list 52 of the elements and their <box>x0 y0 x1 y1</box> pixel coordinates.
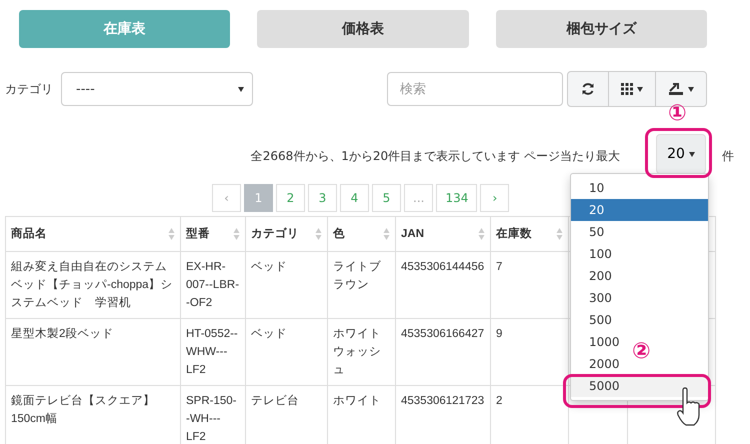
table-cell: ホワイト <box>333 395 381 407</box>
column-header: カテゴリ <box>251 226 299 242</box>
category-select[interactable]: ---- <box>61 72 253 106</box>
pagination-info: 全2668件から、1から20件目まで表示しています ページ当たり最大 <box>250 148 620 164</box>
tab[interactable]: 梱包サイズ <box>496 10 707 48</box>
table-cell: EX-HR-007--LBR--OF2 <box>186 261 240 309</box>
column-header: 商品名 <box>11 226 47 242</box>
table-cell: SPR-150--WH---LF2 <box>186 395 236 443</box>
menu-item[interactable]: 300 <box>571 287 708 309</box>
unit-label: 件 <box>722 148 734 164</box>
table-cell: 7 <box>496 261 502 273</box>
table-cell: 4535306166427 <box>401 328 484 340</box>
sort-icon[interactable] <box>383 227 390 241</box>
table-cell: HT-0552--WHW---LF2 <box>186 328 238 376</box>
sort-icon[interactable] <box>478 227 485 241</box>
sort-icon[interactable] <box>556 227 563 241</box>
table-cell: ベッド <box>251 261 287 273</box>
sort-icon[interactable] <box>233 227 240 241</box>
column-header: 色 <box>333 226 345 242</box>
refresh-button[interactable] <box>567 71 609 107</box>
sort-icon[interactable] <box>168 227 175 241</box>
refresh-icon <box>581 82 595 96</box>
table-cell: 鏡面テレビ台【スクエア】150cm幅 <box>11 395 155 425</box>
column-header: 在庫数 <box>496 226 532 242</box>
table-cell: 9 <box>496 328 502 340</box>
table-cell: 2 <box>496 395 502 407</box>
table-cell: ライトブラウン <box>333 261 381 291</box>
tab[interactable]: 価格表 <box>257 10 469 48</box>
page-size-button[interactable]: 20 <box>656 134 706 174</box>
export-icon <box>668 82 684 96</box>
highlight-frame <box>645 128 712 178</box>
menu-item[interactable]: 10 <box>571 177 708 199</box>
table-cell: テレビ台 <box>251 395 299 407</box>
menu-item[interactable]: 100 <box>571 243 708 265</box>
column-header: 型番 <box>186 226 210 242</box>
search-field[interactable]: 検索 <box>387 72 563 106</box>
table-cell: ベッド <box>251 328 287 340</box>
table-cell: 組み変え自由自在のシステムベッド【チョッパ-choppa】システムベッド 学習机 <box>11 261 173 309</box>
table-cell: 4535306121723 <box>401 395 484 407</box>
table-cell: 星型木製2段ベッド <box>11 328 114 340</box>
sort-icon[interactable] <box>315 227 322 241</box>
table-cell: 4535306144456 <box>401 261 484 273</box>
menu-item[interactable]: 500 <box>571 309 708 331</box>
menu-item[interactable]: 200 <box>571 265 708 287</box>
menu-item[interactable]: 50 <box>571 221 708 243</box>
step-number: ① <box>668 103 687 125</box>
table-cell: ホワイトウォッシュ <box>333 328 381 376</box>
columns-button[interactable] <box>608 71 656 107</box>
grid-icon <box>621 83 633 95</box>
category-label: カテゴリ <box>5 80 53 98</box>
menu-item[interactable]: 20 <box>571 199 708 221</box>
column-header: JAN <box>401 227 424 242</box>
